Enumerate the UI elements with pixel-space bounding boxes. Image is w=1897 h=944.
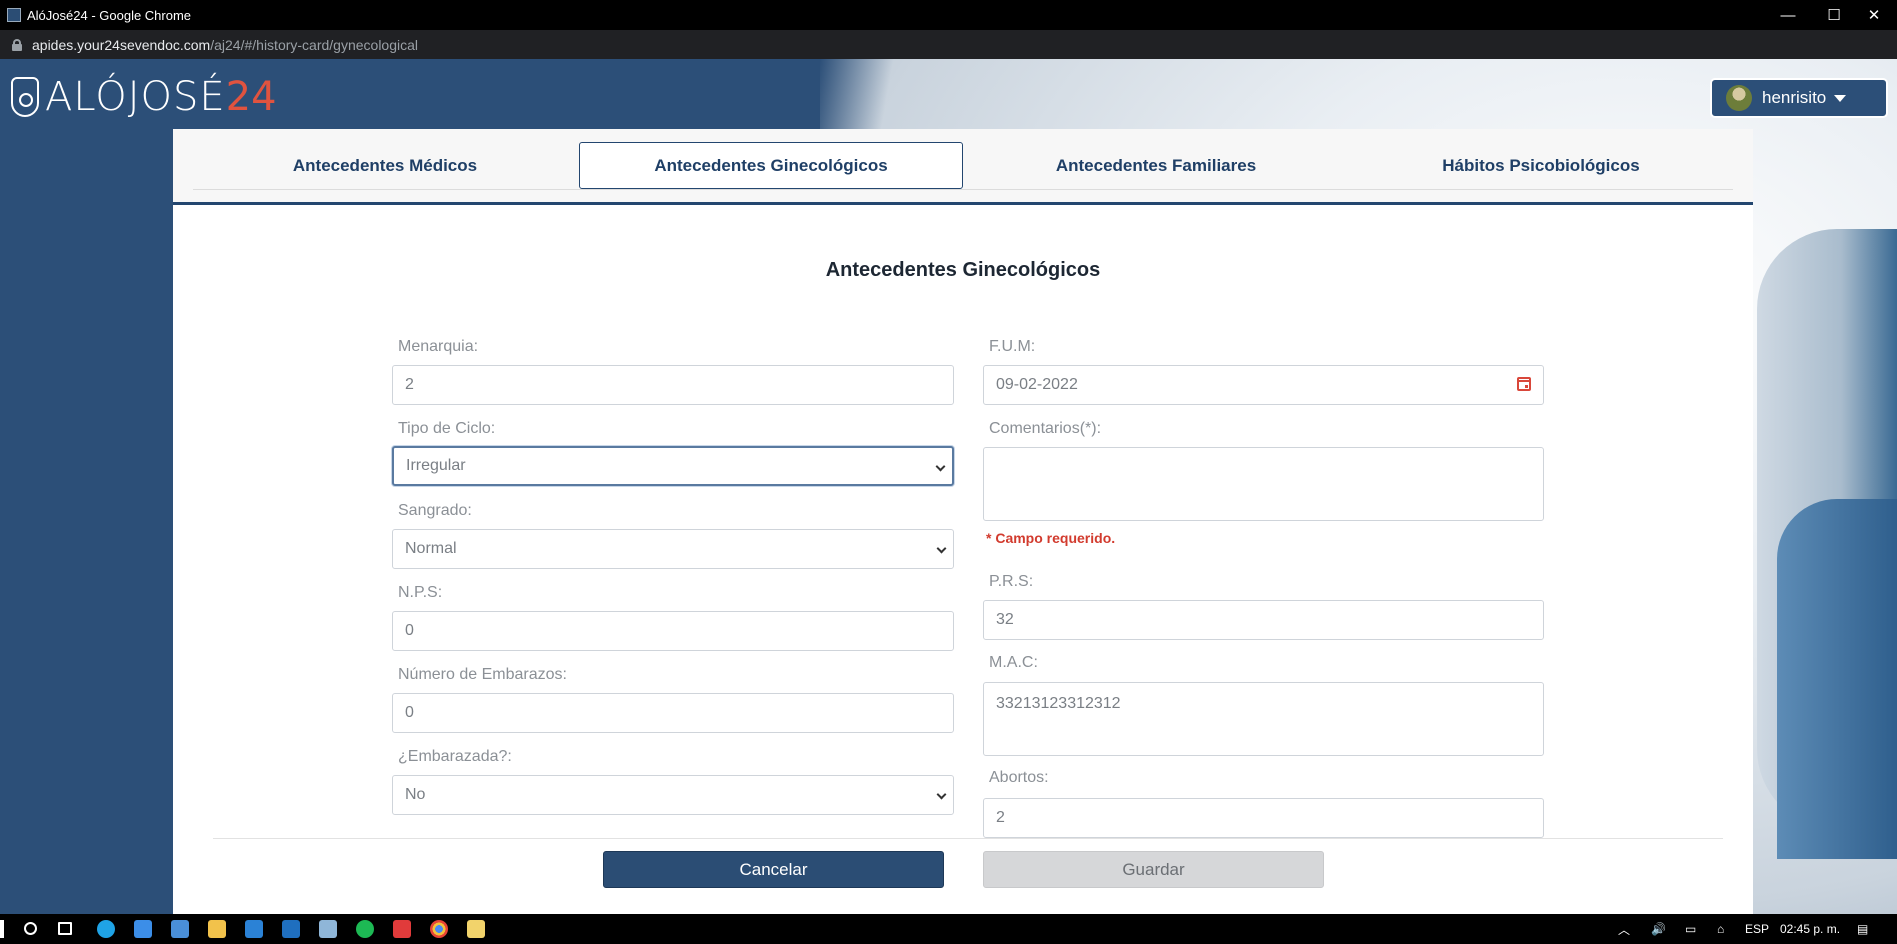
taskbar: ︿ 🔊 ▭ ⌂ ESP 02:45 p. m. ▤ xyxy=(0,914,1897,944)
mac-textarea[interactable]: 33213123312312 xyxy=(983,682,1544,756)
mac-label: M.A.C: xyxy=(989,654,1038,671)
close-button[interactable]: ✕ xyxy=(1851,0,1897,30)
history-card: Antecedentes Médicos Antecedentes Gineco… xyxy=(173,129,1753,914)
logo-brand-accent: 24 xyxy=(225,74,277,120)
start-icon[interactable] xyxy=(0,920,4,938)
window-title: AlóJosé24 - Google Chrome xyxy=(27,7,192,23)
outlook-icon[interactable] xyxy=(282,920,300,938)
abortos-value: 2 xyxy=(996,809,1005,826)
fum-value: 09-02-2022 xyxy=(996,376,1078,393)
num-embarazos-input[interactable]: 0 xyxy=(392,693,954,733)
nps-value: 0 xyxy=(405,622,414,639)
menarquia-input[interactable]: 2 xyxy=(392,365,954,405)
file-explorer-icon[interactable] xyxy=(208,920,226,938)
chevron-down-icon xyxy=(935,461,946,472)
store-icon[interactable] xyxy=(134,920,152,938)
address-bar[interactable]: apides.your24sevendoc.com/aj24/#/history… xyxy=(0,30,1897,59)
embarazada-value: No xyxy=(405,786,426,803)
cancel-button[interactable]: Cancelar xyxy=(603,851,944,888)
recorder-icon[interactable] xyxy=(393,920,411,938)
fum-label: F.U.M: xyxy=(989,338,1036,355)
form-title: Antecedentes Ginecológicos xyxy=(825,259,1101,281)
tab-antecedentes-ginecologicos[interactable]: Antecedentes Ginecológicos xyxy=(579,142,963,189)
chevron-down-icon xyxy=(936,543,947,554)
user-name: henrisito xyxy=(1762,88,1827,107)
volume-icon[interactable]: 🔊 xyxy=(1651,914,1666,944)
save-button[interactable]: Guardar xyxy=(983,851,1324,888)
menarquia-value: 2 xyxy=(405,376,414,393)
tabs-bar: Antecedentes Médicos Antecedentes Gineco… xyxy=(173,129,1753,205)
embarazada-select[interactable]: No xyxy=(392,775,954,815)
sticky-notes-icon[interactable] xyxy=(467,920,485,938)
calendar-icon[interactable] xyxy=(1517,377,1531,391)
battery-icon[interactable]: ▭ xyxy=(1685,914,1696,944)
chevron-down-icon xyxy=(936,789,947,800)
nps-label: N.P.S: xyxy=(398,584,443,601)
lock-icon xyxy=(12,38,22,51)
language-indicator[interactable]: ESP xyxy=(1745,914,1769,944)
logo-brand: ALÓJOSÉ xyxy=(45,74,226,120)
user-menu-button[interactable]: henrisito xyxy=(1710,78,1888,118)
tab-antecedentes-familiares[interactable]: Antecedentes Familiares xyxy=(964,142,1348,189)
num-embarazos-label: Número de Embarazos: xyxy=(398,666,567,683)
sangrado-label: Sangrado: xyxy=(398,502,472,519)
stethoscope-icon xyxy=(11,77,39,117)
num-embarazos-value: 0 xyxy=(405,704,414,721)
notifications-icon[interactable]: ▤ xyxy=(1857,914,1868,944)
tabs-divider xyxy=(193,189,1733,190)
embarazada-label: ¿Embarazada?: xyxy=(398,748,512,765)
prs-input[interactable]: 32 xyxy=(983,600,1544,640)
edge-icon[interactable] xyxy=(97,920,115,938)
tab-habitos-psicobiologicos[interactable]: Hábitos Psicobiológicos xyxy=(1349,142,1733,189)
url-path: /aj24/#/history-card/gynecological xyxy=(210,36,419,53)
mail-icon[interactable] xyxy=(171,920,189,938)
spotify-icon[interactable] xyxy=(356,920,374,938)
tipo-ciclo-select[interactable]: Irregular xyxy=(392,446,954,486)
vscode-icon[interactable] xyxy=(245,920,263,938)
network-icon[interactable]: ⌂ xyxy=(1717,914,1724,944)
tray-chevron-icon[interactable]: ︿ xyxy=(1618,914,1630,944)
page: ALÓJOSÉ 24 henrisito Antecedentes Médicos… xyxy=(0,59,1897,914)
avatar xyxy=(1726,85,1752,111)
sangrado-value: Normal xyxy=(405,540,457,557)
comentarios-label: Comentarios(*): xyxy=(989,420,1102,437)
prs-value: 32 xyxy=(996,611,1014,628)
app-favicon-icon xyxy=(7,8,21,22)
chrome-icon[interactable] xyxy=(430,920,448,938)
fum-date-input[interactable]: 09-02-2022 xyxy=(983,365,1544,405)
nps-input[interactable]: 0 xyxy=(392,611,954,651)
tab-antecedentes-medicos[interactable]: Antecedentes Médicos xyxy=(193,142,577,189)
url-domain: apides.your24sevendoc.com xyxy=(32,36,211,53)
abortos-input[interactable]: 2 xyxy=(983,798,1544,838)
caret-down-icon xyxy=(1834,94,1847,102)
search-icon[interactable] xyxy=(24,922,37,935)
task-view-icon[interactable] xyxy=(58,922,72,935)
menarquia-label: Menarquia: xyxy=(398,338,479,355)
logo[interactable]: ALÓJOSÉ 24 xyxy=(11,74,277,120)
tipo-ciclo-value: Irregular xyxy=(406,457,466,474)
comentarios-error: * Campo requerido. xyxy=(986,530,1116,546)
footer-divider xyxy=(213,838,1723,839)
abortos-label: Abortos: xyxy=(989,769,1049,786)
comentarios-textarea[interactable] xyxy=(983,447,1544,521)
tipo-ciclo-label: Tipo de Ciclo: xyxy=(398,420,496,437)
background-cuff xyxy=(1777,499,1897,859)
notepad-icon[interactable] xyxy=(319,920,337,938)
prs-label: P.R.S: xyxy=(989,573,1034,590)
window-titlebar: AlóJosé24 - Google Chrome — ☐ ✕ xyxy=(0,0,1897,30)
mac-value: 33213123312312 xyxy=(996,695,1121,712)
minimize-button[interactable]: — xyxy=(1765,0,1811,30)
clock[interactable]: 02:45 p. m. xyxy=(1780,914,1840,944)
sangrado-select[interactable]: Normal xyxy=(392,529,954,569)
